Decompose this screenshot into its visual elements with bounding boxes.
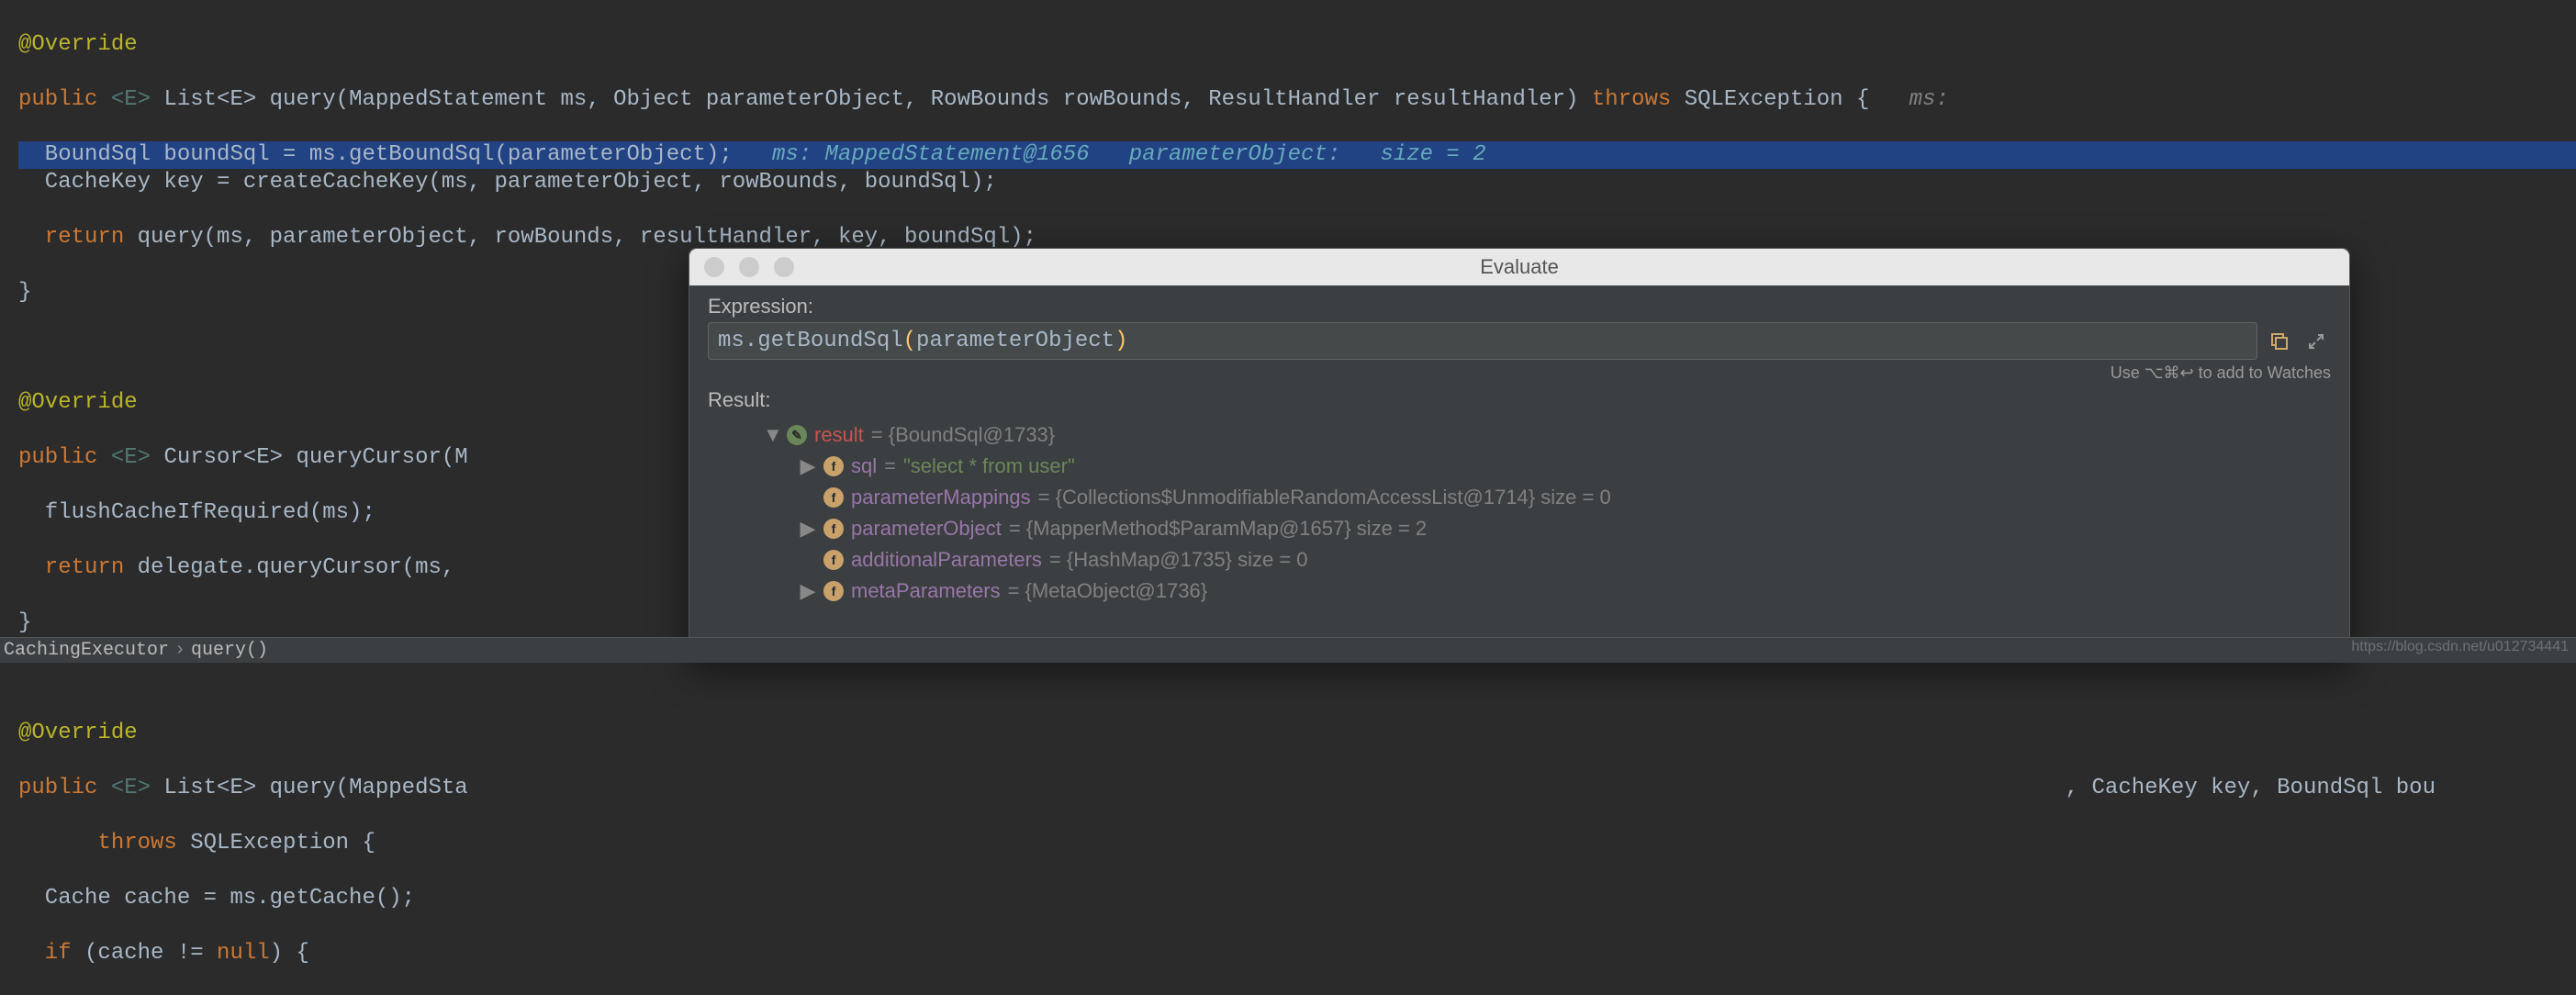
field-icon: f	[823, 456, 844, 476]
watermark: https://blog.csdn.net/u012734441	[2351, 639, 2569, 655]
watch-icon: ✎	[787, 425, 807, 445]
field-icon: f	[823, 519, 844, 539]
minimize-icon[interactable]	[739, 257, 759, 277]
expression-label: Expression:	[708, 295, 2331, 319]
code-line: @Override	[18, 31, 2576, 59]
window-controls[interactable]	[704, 257, 794, 277]
chevron-right-icon: ›	[174, 640, 185, 661]
code-line	[18, 665, 2576, 692]
code-line: public <E> List<E> query(MappedStatement…	[18, 86, 2576, 114]
code-line: if (cache != null) {	[18, 940, 2576, 967]
evaluate-titlebar[interactable]: Evaluate	[689, 249, 2349, 285]
result-tree[interactable]: ▼ ✎ result = {BoundSql@1733} ▶ f sql = "…	[708, 416, 2331, 610]
zoom-icon[interactable]	[774, 257, 794, 277]
field-icon: f	[823, 581, 844, 601]
history-icon[interactable]	[2265, 327, 2294, 356]
chevron-down-icon[interactable]: ▼	[763, 423, 779, 447]
evaluate-title: Evaluate	[1480, 255, 1559, 279]
expression-hint: Use ⌥⌘↩ to add to Watches	[708, 363, 2331, 383]
breadcrumb[interactable]: CachingExecutor › query()	[0, 637, 2576, 663]
close-icon[interactable]	[704, 257, 724, 277]
code-line-current: BoundSql boundSql = ms.getBoundSql(param…	[18, 141, 2576, 169]
chevron-right-icon[interactable]: ▶	[800, 517, 816, 541]
breadcrumb-item[interactable]: CachingExecutor	[4, 640, 169, 661]
tree-row[interactable]: ▶ f parameterObject = {MapperMethod$Para…	[708, 513, 2331, 544]
tree-row[interactable]: f additionalParameters = {HashMap@1735} …	[708, 544, 2331, 576]
chevron-right-icon[interactable]: ▶	[800, 454, 816, 478]
breadcrumb-item[interactable]: query()	[191, 640, 268, 661]
evaluate-window[interactable]: Evaluate Expression: ms.getBoundSql(para…	[689, 248, 2350, 661]
tree-row[interactable]: ▶ f metaParameters = {MetaObject@1736}	[708, 576, 2331, 607]
field-icon: f	[823, 487, 844, 508]
expand-icon[interactable]	[2302, 327, 2331, 356]
tree-row-root[interactable]: ▼ ✎ result = {BoundSql@1733}	[708, 419, 2331, 451]
tree-row[interactable]: ▶ f sql = "select * from user"	[708, 451, 2331, 482]
code-line: throws SQLException {	[18, 830, 2576, 857]
tree-row[interactable]: f parameterMappings = {Collections$Unmod…	[708, 482, 2331, 513]
code-line: CacheKey key = createCacheKey(ms, parame…	[18, 169, 2576, 196]
field-icon: f	[823, 550, 844, 570]
code-line: @Override	[18, 720, 2576, 747]
code-line: public <E> List<E> query(MappedSta, Cach…	[18, 775, 2576, 802]
code-line: Cache cache = ms.getCache();	[18, 885, 2576, 912]
expression-input[interactable]: ms.getBoundSql(parameterObject)	[708, 322, 2257, 360]
chevron-right-icon[interactable]: ▶	[800, 579, 816, 603]
result-label: Result:	[708, 388, 2331, 412]
